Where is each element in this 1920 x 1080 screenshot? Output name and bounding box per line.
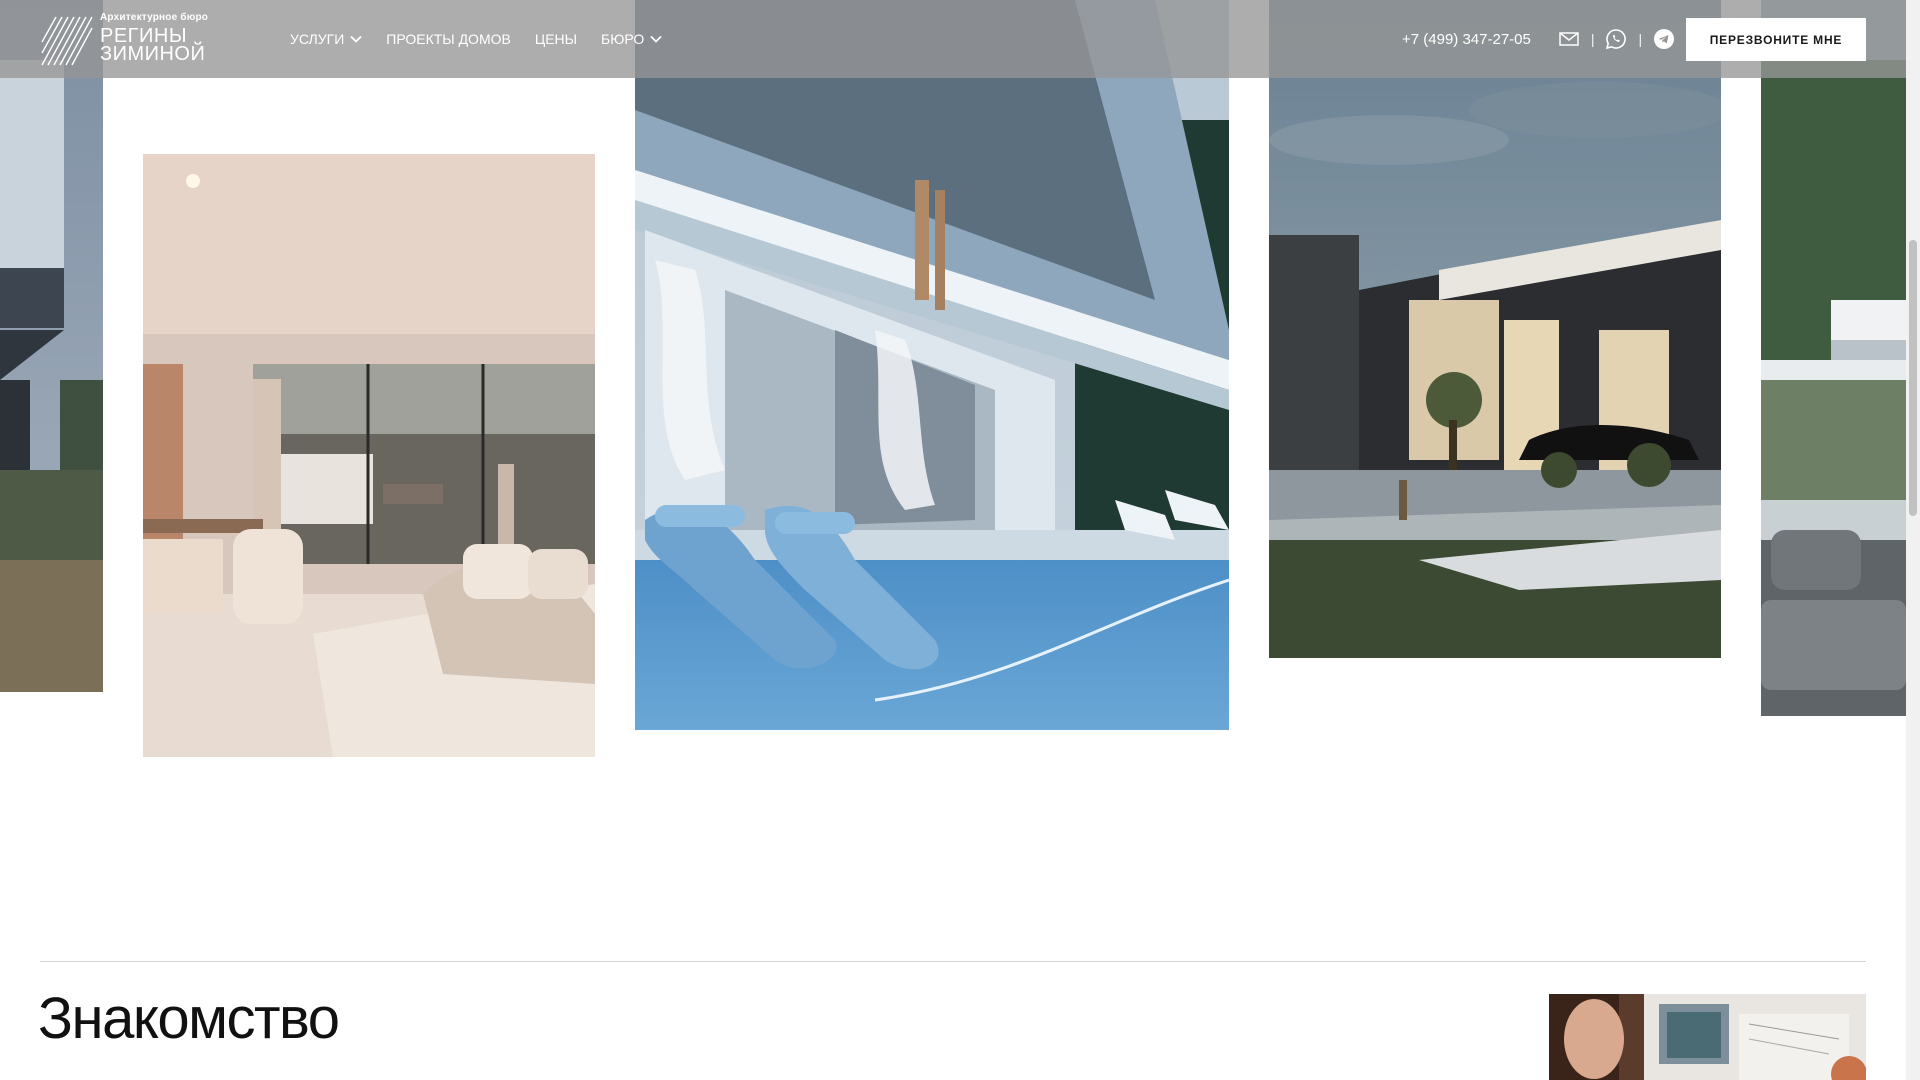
chevron-down-icon — [650, 35, 662, 43]
callback-button[interactable]: ПЕРЕЗВОНИТЕ МНЕ — [1686, 18, 1866, 61]
site-header: Архитектурное бюро РЕГИНЫ ЗИМИНОЙ УСЛУГИ… — [0, 0, 1906, 78]
page-scrollbar[interactable] — [1906, 0, 1920, 1080]
phone-link[interactable]: +7 (499) 347-27-05 — [1402, 31, 1531, 48]
contacts: +7 (499) 347-27-05 | | — [1402, 0, 1676, 78]
exterior-right-photo[interactable] — [1761, 0, 1906, 716]
nav-item-label: УСЛУГИ — [290, 31, 345, 47]
logo-mark-icon — [41, 16, 93, 66]
nav-item-bureau[interactable]: БЮРО — [601, 31, 662, 47]
logo[interactable]: Архитектурное бюро РЕГИНЫ ЗИМИНОЙ — [40, 12, 220, 68]
logo-name-line2: ЗИМИНОЙ — [100, 43, 206, 65]
logo-subtitle: Архитектурное бюро — [100, 12, 209, 23]
nav-item-prices[interactable]: ЦЕНЫ — [535, 31, 577, 47]
section-title: Знакомство — [38, 986, 340, 1051]
nav-item-label: БЮРО — [601, 31, 645, 47]
interior-living-room-photo[interactable] — [143, 154, 595, 757]
pool-villa-photo[interactable] — [635, 0, 1229, 730]
nav-item-services[interactable]: УСЛУГИ — [290, 31, 362, 47]
mail-icon[interactable] — [1557, 27, 1581, 51]
main-nav: УСЛУГИ ПРОЕКТЫ ДОМОВ ЦЕНЫ БЮРО — [290, 0, 662, 78]
section-divider — [40, 961, 1866, 962]
nav-item-label: ПРОЕКТЫ ДОМОВ — [386, 31, 511, 47]
whatsapp-icon[interactable] — [1604, 27, 1628, 51]
nav-item-house-projects[interactable]: ПРОЕКТЫ ДОМОВ — [386, 31, 511, 47]
telegram-icon[interactable] — [1652, 27, 1676, 51]
exterior-left-photo[interactable] — [0, 0, 103, 692]
separator: | — [1638, 31, 1643, 47]
garage-night-photo[interactable] — [1269, 0, 1721, 658]
separator: | — [1590, 31, 1595, 47]
nav-item-label: ЦЕНЫ — [534, 31, 578, 47]
architect-at-work-photo — [1549, 994, 1866, 1080]
chevron-down-icon — [350, 35, 362, 43]
scrollbar-thumb[interactable] — [1909, 240, 1917, 516]
